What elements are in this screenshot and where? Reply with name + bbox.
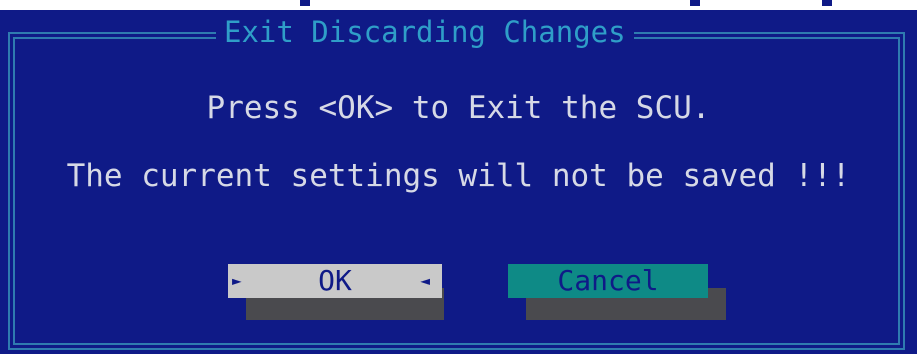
cancel-button[interactable]: Cancel <box>508 264 708 298</box>
top-strip-mark <box>300 0 310 6</box>
dialog-title: Exit Discarding Changes <box>216 14 634 50</box>
top-strip-mark <box>822 0 832 6</box>
cancel-button-label: Cancel <box>557 264 659 297</box>
triangle-left-icon: ◄ <box>420 271 430 290</box>
ok-button[interactable]: ► OK ◄ <box>228 264 442 298</box>
message-line-1: Press <OK> to Exit the SCU. <box>206 90 711 126</box>
message-line-2: The current settings will not be saved !… <box>66 158 851 194</box>
top-strip-mark <box>690 0 700 6</box>
top-screen-strip <box>0 0 917 10</box>
triangle-right-icon: ► <box>232 271 242 290</box>
exit-dialog: Exit Discarding Changes Press <OK> to Ex… <box>0 10 917 354</box>
ok-button-label: OK <box>318 264 352 297</box>
